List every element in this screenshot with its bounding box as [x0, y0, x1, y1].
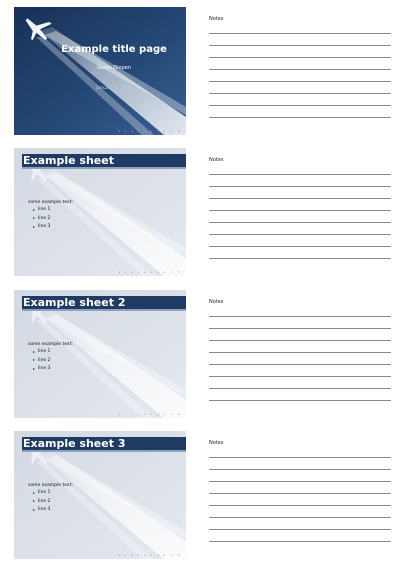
triangle-bullet-icon: [33, 359, 35, 361]
notes-line: [209, 376, 391, 377]
notes-line: [209, 222, 391, 223]
list-item: line 2: [33, 216, 73, 221]
notes-line: [209, 105, 391, 106]
notes-line: [209, 481, 391, 482]
airplane-contrail-image: [14, 7, 186, 135]
notes-line: [209, 186, 391, 187]
slide-intro-text: some example text:: [28, 483, 73, 488]
slide-intro-text: some example text:: [28, 342, 73, 347]
bullet-list: line 1 line 2 line 3: [33, 207, 73, 229]
list-item: line 2: [33, 499, 73, 504]
bullet-list: line 1 line 2 line 3: [33, 349, 73, 371]
handout-row-3: Example sheet 2 some example text: line …: [0, 290, 400, 420]
notes-line: [209, 81, 391, 82]
list-item-label: line 2: [38, 215, 51, 221]
triangle-bullet-icon: [33, 508, 35, 511]
triangle-bullet-icon: [33, 491, 35, 494]
notes-line: [209, 69, 391, 70]
bullet-list: line 1 line 2 line 3: [33, 490, 73, 512]
list-item: line 1: [33, 490, 73, 495]
notes-line: [209, 469, 391, 470]
triangle-bullet-icon: [33, 208, 35, 211]
sheet-slide-thumbnail[interactable]: Example sheet some example text: line 1 …: [14, 148, 186, 276]
notes-line: [209, 33, 391, 34]
handout-row-2: Example sheet some example text: line 1 …: [0, 148, 400, 278]
triangle-bullet-icon: [33, 367, 35, 370]
list-item: line 3: [33, 507, 73, 512]
notes-area[interactable]: Notes: [209, 157, 391, 269]
notes-label: Notes: [209, 440, 224, 446]
slide-header-bar: Example sheet 2: [22, 296, 186, 311]
notes-line: [209, 505, 391, 506]
list-item-label: line 1: [38, 349, 51, 354]
sheet-slide-thumbnail[interactable]: Example sheet 3 some example text: line …: [14, 431, 186, 559]
list-item: line 1: [33, 349, 73, 354]
notes-area[interactable]: Notes: [209, 440, 391, 552]
slide-title: Example sheet 3: [23, 437, 126, 450]
notes-line: [209, 93, 391, 94]
notes-line: [209, 210, 391, 211]
handout-row-4: Example sheet 3 some example text: line …: [0, 431, 400, 561]
slide-content: some example text: line 1 line 2 line 3: [28, 200, 73, 233]
notes-line: [209, 316, 391, 317]
notes-area[interactable]: Notes: [209, 16, 391, 128]
notes-line: [209, 198, 391, 199]
notes-area[interactable]: Notes: [209, 299, 391, 411]
slide-content: some example text: line 1 line 2 line 3: [28, 483, 73, 516]
slide-title: Example sheet 2: [23, 296, 126, 309]
notes-line: [209, 352, 391, 353]
notes-line: [209, 529, 391, 530]
notes-line: [209, 174, 391, 175]
notes-label: Notes: [209, 16, 224, 22]
notes-line: [209, 45, 391, 46]
notes-line: [209, 493, 391, 494]
notes-line: [209, 457, 391, 458]
notes-line: [209, 340, 391, 341]
notes-line: [209, 234, 391, 235]
notes-line: [209, 517, 391, 518]
triangle-bullet-icon: [33, 217, 35, 219]
list-item: line 2: [33, 358, 73, 363]
handout-row-1: Example title page Guido Diepen January …: [0, 7, 400, 137]
notes-line: [209, 246, 391, 247]
title-slide-author: Guido Diepen: [97, 65, 131, 71]
list-item-label: line 3: [38, 366, 51, 371]
list-item-label: line 2: [38, 498, 51, 504]
list-item-label: line 1: [38, 207, 51, 212]
list-item-label: line 2: [38, 357, 51, 363]
slide-content: some example text: line 1 line 2 line 3: [28, 342, 73, 375]
list-item-label: line 3: [38, 224, 51, 229]
slide-header-bar: Example sheet: [22, 154, 186, 169]
triangle-bullet-icon: [33, 500, 35, 502]
title-slide-date: January 6, 2007: [96, 86, 132, 91]
notes-line: [209, 117, 391, 118]
navigation-symbols-icon[interactable]: ◂ ▸ ◂ ▸ ◂ ▸ ◂ ▸ ∿ ⟲: [118, 412, 182, 416]
navigation-symbols-icon[interactable]: ◂ ▸ ◂ ▸ ◂ ▸ ◂ ▸ ∿ ⟲: [118, 129, 182, 133]
notes-line: [209, 400, 391, 401]
list-item: line 1: [33, 207, 73, 212]
title-slide-title: Example title page: [61, 44, 167, 55]
list-item-label: line 3: [38, 507, 51, 512]
notes-line: [209, 364, 391, 365]
list-item-label: line 1: [38, 490, 51, 495]
notes-line: [209, 328, 391, 329]
notes-line: [209, 388, 391, 389]
slide-title: Example sheet: [23, 154, 114, 167]
notes-label: Notes: [209, 299, 224, 305]
title-slide-thumbnail[interactable]: Example title page Guido Diepen January …: [14, 7, 186, 135]
triangle-bullet-icon: [33, 225, 35, 228]
notes-label: Notes: [209, 157, 224, 163]
triangle-bullet-icon: [33, 350, 35, 353]
navigation-symbols-icon[interactable]: ◂ ▸ ◂ ▸ ◂ ▸ ◂ ▸ ∿ ⟲: [118, 553, 182, 557]
list-item: line 3: [33, 366, 73, 371]
slide-intro-text: some example text:: [28, 200, 73, 205]
notes-line: [209, 57, 391, 58]
notes-line: [209, 541, 391, 542]
list-item: line 3: [33, 224, 73, 229]
slide-header-bar: Example sheet 3: [22, 437, 186, 452]
navigation-symbols-icon[interactable]: ◂ ▸ ◂ ▸ ◂ ▸ ◂ ▸ ∿ ⟲: [118, 270, 182, 274]
sheet-slide-thumbnail[interactable]: Example sheet 2 some example text: line …: [14, 290, 186, 418]
notes-line: [209, 258, 391, 259]
